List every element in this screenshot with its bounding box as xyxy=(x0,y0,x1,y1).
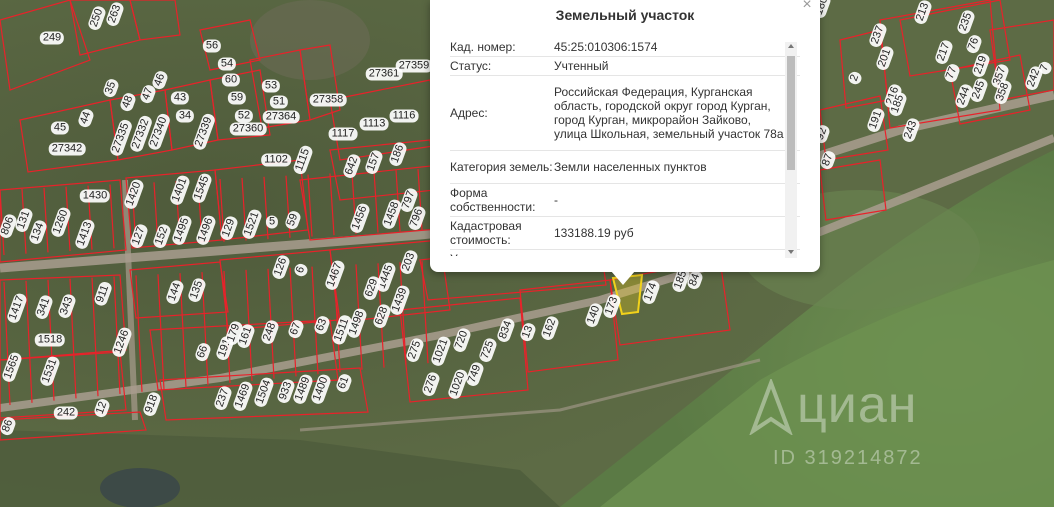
parcel-number-label[interactable]: 52 xyxy=(234,109,254,123)
parcel-number-label[interactable]: 59 xyxy=(227,91,247,105)
info-value xyxy=(554,250,784,256)
parcel-number-label[interactable]: 1117 xyxy=(328,127,358,141)
info-row: Категория земель: Земли населенных пункт… xyxy=(450,151,800,184)
popup-scrollbar[interactable] xyxy=(785,42,797,258)
parcel-number-label[interactable]: 27359 xyxy=(395,59,433,73)
parcel-number-label[interactable]: 1113 xyxy=(359,117,389,131)
watermark: циан ID 319214872 xyxy=(745,375,975,485)
scroll-down-icon[interactable] xyxy=(788,250,794,254)
info-row: Адрес: Российская Федерация, Курганская … xyxy=(450,76,800,151)
parcel-number-label[interactable]: 43 xyxy=(170,91,190,105)
info-key: Кадастровая стоимость: xyxy=(450,219,522,247)
info-key: Уточненная xyxy=(450,250,554,256)
parcel-number-label[interactable]: 54 xyxy=(217,57,237,71)
info-value: Земли населенных пунктов xyxy=(554,160,707,174)
parcel-number-label[interactable]: 1102 xyxy=(261,153,291,167)
info-row: Форма собственности: - xyxy=(450,184,800,217)
parcel-number-label[interactable]: 27364 xyxy=(262,110,300,124)
info-key: Категория земель: xyxy=(450,160,553,174)
close-icon[interactable]: × xyxy=(800,0,814,12)
info-row: Статус: Учтенный xyxy=(450,57,800,76)
info-key: Кад. номер: xyxy=(450,40,516,54)
parcel-number-label[interactable]: 249 xyxy=(39,31,65,45)
parcel-number-label[interactable]: 27360 xyxy=(229,122,267,136)
scroll-thumb[interactable] xyxy=(787,56,795,170)
info-row: Уточненная xyxy=(450,250,800,256)
info-value: Учтенный xyxy=(554,59,609,73)
parcel-number-label[interactable]: 1430 xyxy=(79,189,111,203)
parcel-number-label[interactable]: 242 xyxy=(53,406,79,420)
parcel-number-label[interactable]: 51 xyxy=(269,95,289,109)
info-value: Российская Федерация, Курганская область… xyxy=(554,85,784,141)
cian-logo-icon xyxy=(749,379,793,435)
info-value: 133188.19 руб xyxy=(554,226,634,240)
parcel-number-label[interactable]: 27342 xyxy=(48,142,86,156)
parcel-number-label[interactable]: 56 xyxy=(202,39,222,53)
info-value: 45:25:010306:1574 xyxy=(554,40,658,54)
parcel-number-label[interactable]: 1116 xyxy=(389,109,419,123)
info-key: Статус: xyxy=(450,59,492,73)
scroll-up-icon[interactable] xyxy=(788,44,794,48)
info-value: - xyxy=(554,193,558,207)
parcel-number-label[interactable]: 27358 xyxy=(309,93,347,107)
parcel-number-label[interactable]: 34 xyxy=(175,109,195,123)
parcel-info-popup: Земельный участок × Кад. номер: 45:25:01… xyxy=(430,0,820,272)
info-row: Кадастровая стоимость: 133188.19 руб xyxy=(450,217,800,250)
popup-title: Земельный участок xyxy=(555,7,695,23)
parcel-number-label[interactable]: 45 xyxy=(50,121,70,135)
popup-body[interactable]: Кад. номер: 45:25:010306:1574 Статус: Уч… xyxy=(450,38,800,256)
parcel-number-label[interactable]: 60 xyxy=(221,73,241,87)
info-key: Адрес: xyxy=(450,106,488,120)
parcel-number-label[interactable]: 53 xyxy=(261,79,281,93)
parcel-number-label[interactable]: 5 xyxy=(265,215,279,229)
info-key: Форма собственности: xyxy=(450,186,536,214)
info-row: Кад. номер: 45:25:010306:1574 xyxy=(450,38,800,57)
watermark-id: ID 319214872 xyxy=(773,447,923,469)
parcel-number-label[interactable]: 1518 xyxy=(34,333,66,347)
popup-pointer xyxy=(611,271,635,285)
watermark-brand: циан xyxy=(797,376,918,434)
